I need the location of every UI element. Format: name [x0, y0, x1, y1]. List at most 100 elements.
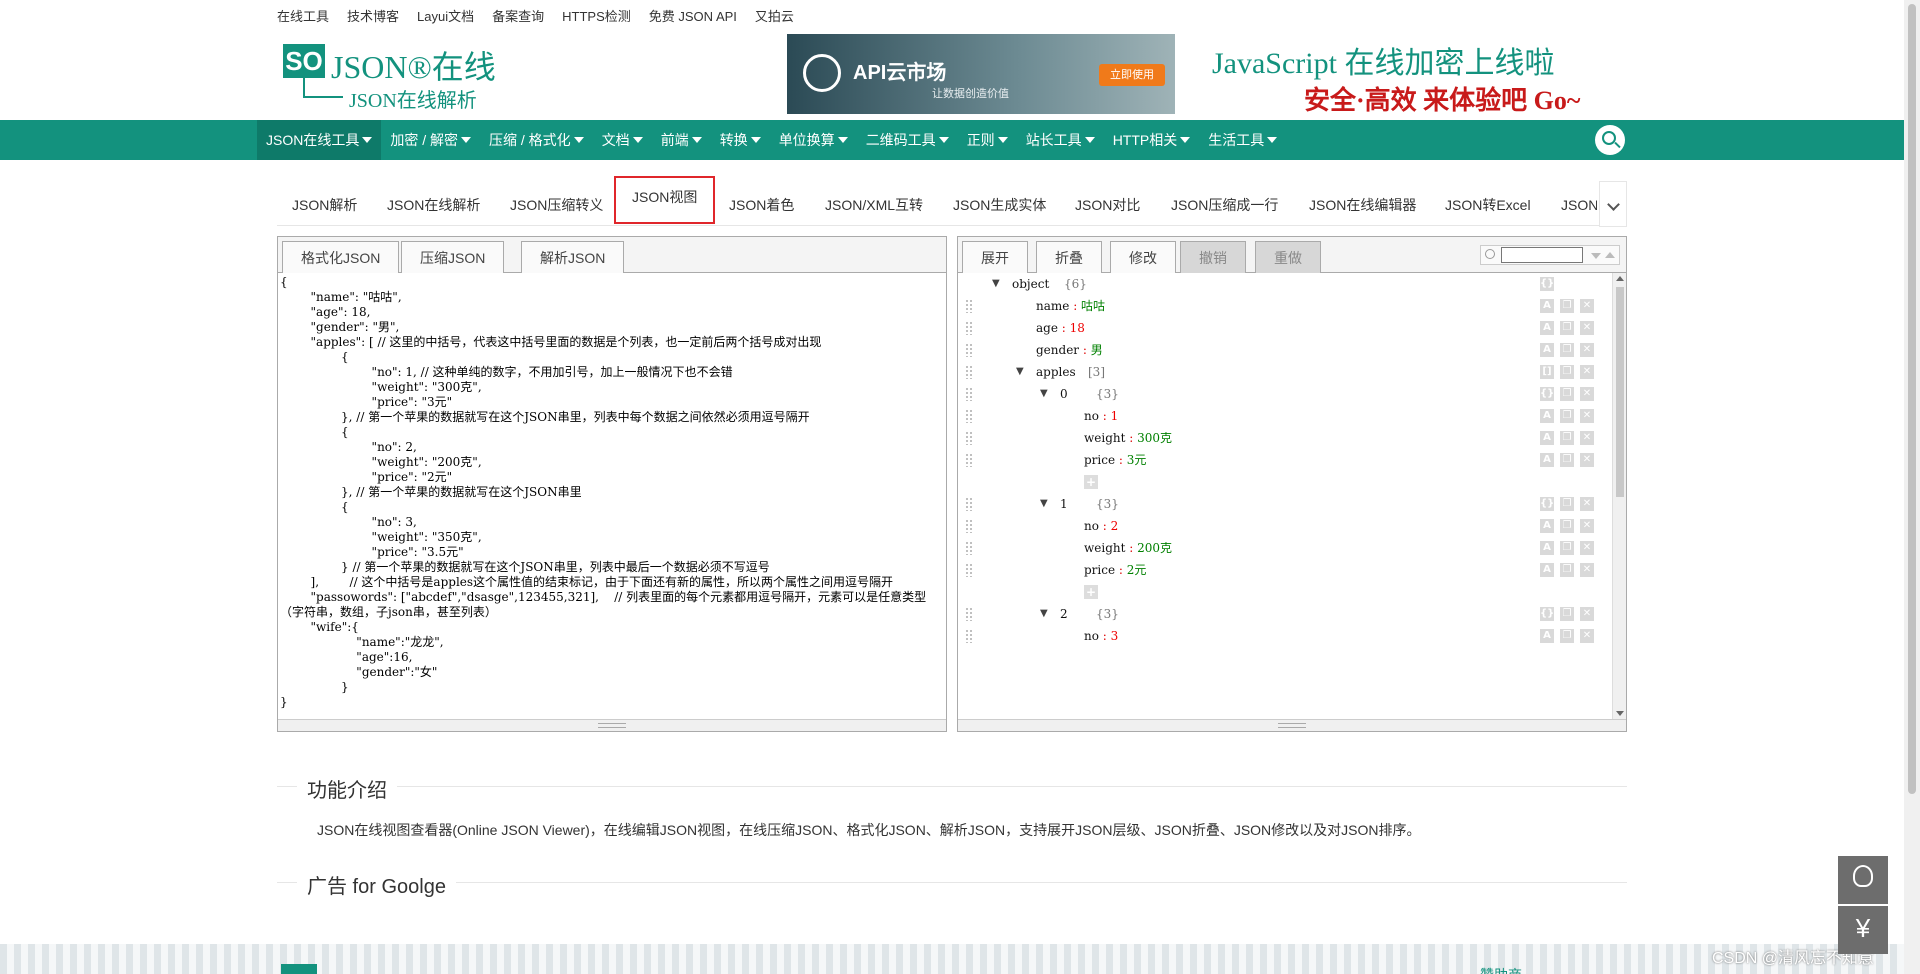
search-next-icon[interactable]	[1591, 253, 1601, 259]
duplicate-icon[interactable]: ❐	[1560, 629, 1574, 643]
collapse-button[interactable]: 折叠	[1036, 241, 1102, 273]
scroll-down-icon[interactable]	[1616, 711, 1624, 716]
drag-handle-icon[interactable]	[965, 541, 973, 555]
tab-json-compress-escape[interactable]: JSON压缩转义	[510, 184, 603, 226]
type-icon[interactable]: A	[1540, 431, 1554, 445]
duplicate-icon[interactable]: ❐	[1560, 541, 1574, 555]
drag-handle-icon[interactable]	[965, 409, 973, 423]
delete-icon[interactable]: ✕	[1580, 343, 1594, 357]
duplicate-icon[interactable]: ❐	[1560, 299, 1574, 313]
page-scrollbar[interactable]	[1904, 0, 1920, 974]
tree-row-apples-0[interactable]: ▼ 0 {3}	[958, 383, 1538, 405]
delete-icon[interactable]: ✕	[1580, 321, 1594, 335]
duplicate-icon[interactable]: ❐	[1560, 431, 1574, 445]
triangle-down-icon[interactable]: ▼	[992, 273, 1000, 295]
drag-handle-icon[interactable]	[965, 497, 973, 511]
tab-json-online-parse[interactable]: JSON在线解析	[387, 184, 480, 226]
nav-encrypt[interactable]: 加密 / 解密	[381, 120, 480, 160]
tab-json-entity[interactable]: JSON生成实体	[953, 184, 1046, 226]
delete-icon[interactable]: ✕	[1580, 519, 1594, 533]
drag-handle-icon[interactable]	[965, 343, 973, 357]
tree-row-apples-2[interactable]: ▼ 2 {3}	[958, 603, 1538, 625]
type-icon[interactable]: {}	[1540, 497, 1554, 511]
parse-json-tab[interactable]: 解析JSON	[521, 241, 625, 273]
tree-row-root[interactable]: ▼ object {6}	[958, 273, 1538, 295]
drag-handle-icon[interactable]	[965, 365, 973, 379]
duplicate-icon[interactable]: ❐	[1560, 497, 1574, 511]
format-json-tab[interactable]: 格式化JSON	[282, 241, 400, 273]
tree-row-age[interactable]: age : 18	[958, 317, 1538, 339]
tree-scrollbar[interactable]	[1612, 273, 1626, 719]
duplicate-icon[interactable]: ❐	[1560, 409, 1574, 423]
qq-contact-button[interactable]	[1838, 856, 1888, 904]
expand-button[interactable]: 展开	[962, 241, 1028, 273]
nav-frontend[interactable]: 前端	[652, 120, 711, 160]
type-icon[interactable]: A	[1540, 453, 1554, 467]
type-icon[interactable]: {}	[1540, 277, 1554, 291]
banner-button[interactable]: 立即使用	[1099, 64, 1165, 86]
tree-search-input[interactable]	[1501, 247, 1583, 263]
duplicate-icon[interactable]: ❐	[1560, 343, 1574, 357]
drag-handle-icon[interactable]	[965, 563, 973, 577]
triangle-down-icon[interactable]: ▼	[1040, 383, 1048, 405]
tabs-more-button[interactable]	[1599, 181, 1627, 227]
top-link-https[interactable]: HTTPS检测	[562, 6, 631, 24]
api-market-banner[interactable]: API云市场 让数据创造价值 立即使用	[787, 34, 1175, 114]
nav-docs[interactable]: 文档	[593, 120, 652, 160]
type-icon[interactable]: []	[1540, 365, 1554, 379]
top-link-upyun[interactable]: 又拍云	[755, 6, 794, 24]
compress-json-tab[interactable]: 压缩JSON	[401, 241, 505, 273]
type-icon[interactable]: A	[1540, 541, 1554, 555]
tree-row-apples-1[interactable]: ▼ 1 {3}	[958, 493, 1538, 515]
json-code-editor[interactable]: { "name": "咕咕", "age": 18, "gender": "男"…	[278, 273, 946, 719]
type-icon[interactable]: A	[1540, 629, 1554, 643]
type-icon[interactable]: A	[1540, 343, 1554, 357]
tree-row-name[interactable]: name : 咕咕	[958, 295, 1538, 317]
drag-handle-icon[interactable]	[965, 387, 973, 401]
top-link-json-api[interactable]: 免费 JSON API	[649, 6, 737, 24]
tree-row-no[interactable]: no : 1	[958, 405, 1538, 427]
site-logo[interactable]: SO JSON®在线 JSON在线解析	[283, 40, 503, 112]
donate-button[interactable]: ¥	[1838, 906, 1888, 954]
delete-icon[interactable]: ✕	[1580, 387, 1594, 401]
nav-qrcode[interactable]: 二维码工具	[857, 120, 958, 160]
triangle-down-icon[interactable]: ▼	[1040, 603, 1048, 625]
modify-button[interactable]: 修改	[1110, 241, 1176, 273]
tree-row-weight[interactable]: weight : 300克	[958, 427, 1538, 449]
tree-row-no[interactable]: no : 3	[958, 625, 1538, 647]
nav-json-tools[interactable]: JSON在线工具	[257, 120, 382, 160]
tree-row-gender[interactable]: gender : 男	[958, 339, 1538, 361]
tree-row-apples[interactable]: ▼ apples [3]	[958, 361, 1538, 383]
drag-handle-icon[interactable]	[965, 299, 973, 313]
drag-handle-icon[interactable]	[965, 321, 973, 335]
footer-sponsor[interactable]: 赞助商	[1480, 965, 1522, 974]
delete-icon[interactable]: ✕	[1580, 497, 1594, 511]
delete-icon[interactable]: ✕	[1580, 541, 1594, 555]
add-field-icon[interactable]: +	[1084, 475, 1098, 489]
top-link-blog[interactable]: 技术博客	[347, 6, 399, 24]
search-prev-icon[interactable]	[1605, 252, 1615, 258]
tab-json-editor[interactable]: JSON在线编辑器	[1309, 184, 1416, 226]
duplicate-icon[interactable]: ❐	[1560, 563, 1574, 577]
type-icon[interactable]: A	[1540, 519, 1554, 533]
js-encrypt-promo[interactable]: JavaScript 在线加密上线啦 安全·高效 来体验吧 Go~	[1212, 36, 1632, 116]
scroll-up-icon[interactable]	[1616, 276, 1624, 281]
tree-row-price[interactable]: price : 3元	[958, 449, 1538, 471]
tab-json-xml[interactable]: JSON/XML互转	[825, 184, 923, 226]
delete-icon[interactable]: ✕	[1580, 607, 1594, 621]
type-icon[interactable]: A	[1540, 321, 1554, 335]
undo-button[interactable]: 撤销	[1180, 241, 1246, 273]
delete-icon[interactable]: ✕	[1580, 453, 1594, 467]
triangle-down-icon[interactable]: ▼	[1040, 493, 1048, 515]
nav-http[interactable]: HTTP相关	[1104, 120, 1200, 160]
tab-json-one-line[interactable]: JSON压缩成一行	[1171, 184, 1278, 226]
delete-icon[interactable]: ✕	[1580, 409, 1594, 423]
nav-units[interactable]: 单位换算	[770, 120, 857, 160]
drag-handle-icon[interactable]	[965, 607, 973, 621]
duplicate-icon[interactable]: ❐	[1560, 453, 1574, 467]
tab-json-diff[interactable]: JSON对比	[1075, 184, 1140, 226]
type-icon[interactable]: {}	[1540, 607, 1554, 621]
code-resize-handle[interactable]	[278, 719, 946, 731]
drag-handle-icon[interactable]	[965, 453, 973, 467]
duplicate-icon[interactable]: ❐	[1560, 365, 1574, 379]
